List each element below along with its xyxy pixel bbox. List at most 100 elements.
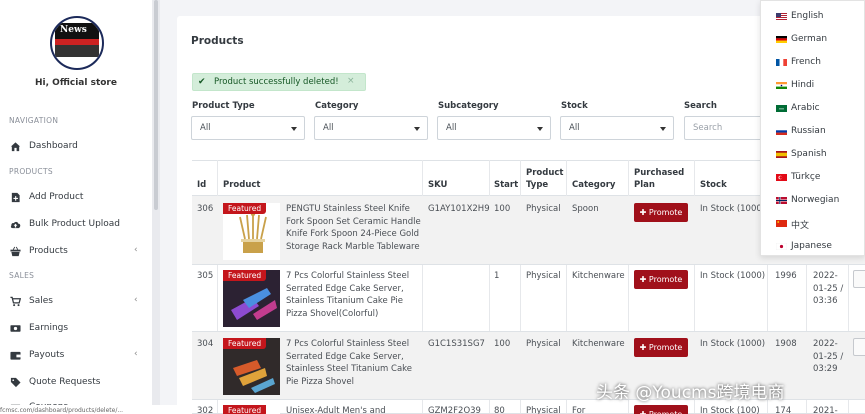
logo-bottom-band [55,45,99,57]
sidebar-item-label: Quote Requests [29,377,101,387]
sidebar-item-label: Earnings [29,323,69,333]
caret-down-icon [660,127,666,131]
edit-icon[interactable] [853,338,865,356]
language-label: Hindi [791,80,815,90]
es-flag-icon [776,151,787,158]
language-option-japanese[interactable]: Japanese [761,234,865,256]
product-name-line: PENGTU Stainless Steel Knife [286,204,410,214]
product-thumbnail[interactable]: Featured [223,338,280,395]
stock-select[interactable]: All [560,116,674,140]
language-label: Spanish [791,149,827,159]
product-thumbnail[interactable]: Featured [223,203,280,260]
product-name-line: 7 Pcs Colorful Stainless Steel [286,339,410,349]
product-name[interactable]: 7 Pcs Colorful Stainless Steel Serrated … [286,338,412,388]
sidebar-item-quote-requests[interactable]: Quote Requests [0,373,152,393]
col-header-product[interactable]: Product [223,179,261,191]
sidebar-scrollbar-thumb[interactable] [154,0,158,210]
row-number: 174 [775,406,792,414]
row-number: 1996 [775,271,797,281]
language-option-spanish[interactable]: Spanish [761,142,865,164]
product-name-line: Pie Pizza Shovel [286,376,354,387]
section-title-navigation: NAVIGATION [9,116,59,125]
cloud-upload-icon [10,221,21,229]
product-name[interactable]: PENGTU Stainless Steel Knife Fork Spoon … [286,203,421,253]
row-category: For [572,406,586,414]
product-thumbnail[interactable]: Featured [223,270,280,327]
row-date: 2022- 01-25 / 03:36 [813,270,843,308]
select-value: All [323,123,334,133]
shopping-cart-icon [10,296,21,307]
row-id: 305 [197,271,214,281]
date-line: 2022- [813,339,838,349]
edit-icon[interactable] [853,270,865,288]
col-header-id[interactable]: Id [197,179,206,191]
filter-label-stock: Stock [561,101,588,111]
language-option-russian[interactable]: Russian [761,119,865,141]
chevron-left-icon: ‹ [134,295,138,305]
file-plus-icon [11,192,20,203]
promote-button[interactable]: ✚ Promote [634,338,688,357]
date-line: 01-25 / [813,283,844,294]
product-name[interactable]: Unisex-Adult Men's and [286,405,386,414]
filter-label-subcategory: Subcategory [438,101,499,111]
date-line: 2022- [813,271,838,281]
date-line: 03:29 [813,364,838,374]
store-greeting: Hi, Official store [35,78,117,88]
col-header-purchased-plan[interactable]: Purchased Plan [634,167,684,191]
row-date: 2022- 01-25 / 03:29 [813,338,843,376]
promote-button[interactable]: ✚ Promote [634,203,688,222]
ru-flag-icon [776,128,787,135]
sidebar-item-earnings[interactable]: Earnings [0,319,152,339]
page-title: Products [191,35,244,47]
language-option-norwegian[interactable]: Norwegian [761,188,865,210]
language-option-english[interactable]: English [761,4,865,26]
select-value: All [200,123,211,133]
language-option-chinese[interactable]: 中文 [761,211,865,233]
promote-button[interactable]: ✚ Promote [634,405,688,414]
store-avatar[interactable]: News [50,16,104,70]
shopping-basket-icon [10,246,21,257]
wallet-icon [10,351,21,360]
language-label: French [791,57,821,67]
language-option-turkish[interactable]: Türkçe [761,165,865,187]
row-start: 80 [494,406,505,414]
featured-badge: Featured [223,270,267,281]
product-name-line: Serrated Edge Cake Server, [286,283,404,294]
filter-label-category: Category [315,101,359,111]
col-header-sku[interactable]: SKU [428,179,447,191]
category-select[interactable]: All [314,116,428,140]
col-header-start[interactable]: Start [494,179,518,191]
col-header-product-type[interactable]: Product Type [526,167,564,191]
language-label: Norwegian [791,195,840,205]
product-thumbnail[interactable]: Featured [223,405,280,414]
sidebar-item-payouts[interactable]: Payouts ‹ [0,346,152,366]
close-icon[interactable]: × [347,76,355,86]
product-name[interactable]: 7 Pcs Colorful Stainless Steel Serrated … [286,270,409,320]
col-header-category[interactable]: Category [572,179,615,191]
sidebar-item-label: Bulk Product Upload [29,219,121,229]
promote-button[interactable]: ✚ Promote [634,270,688,289]
language-label: 中文 [791,221,810,231]
sidebar-item-products[interactable]: Products ‹ [0,242,152,262]
language-option-french[interactable]: French [761,50,865,72]
language-option-hindi[interactable]: Hindi [761,73,865,95]
sidebar-item-add-product[interactable]: Add Product [0,188,152,208]
product-type-select[interactable]: All [191,116,305,140]
watermark-text: 头条 @Youcms跨境电商 [596,383,785,403]
sidebar-item-dashboard[interactable]: Dashboard [0,137,152,157]
row-stock: In Stock (1000) [700,339,766,349]
sidebar-item-bulk-upload[interactable]: Bulk Product Upload [0,215,152,235]
col-header-stock[interactable]: Stock [700,179,727,191]
caret-down-icon [291,127,297,131]
featured-badge: Featured [223,203,267,214]
subcategory-select[interactable]: All [437,116,551,140]
language-option-arabic[interactable]: Arabic [761,96,865,118]
date-line: 01-25 / [813,351,844,362]
fr-flag-icon [776,59,787,66]
product-name-line: 7 Pcs Colorful Stainless Steel [286,271,410,281]
product-name-line: Serrated Edge Cake Server, [286,351,404,362]
language-option-german[interactable]: German [761,27,865,49]
sidebar-item-sales[interactable]: Sales ‹ [0,292,152,312]
row-id: 306 [197,204,214,214]
language-label: German [791,34,828,44]
